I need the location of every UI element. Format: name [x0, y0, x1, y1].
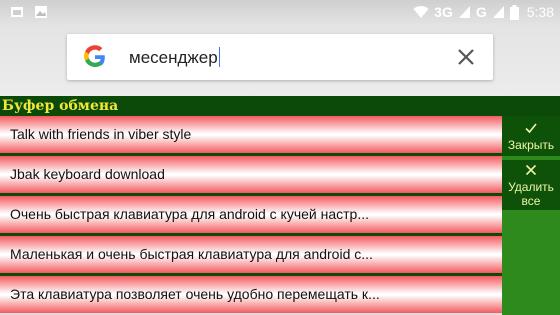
text-cursor [218, 47, 220, 67]
signal-icon-2 [492, 6, 504, 18]
status-bar: 3G G 5:38 [0, 0, 560, 24]
clipboard-item-text: Jbak keyboard download [10, 166, 165, 182]
clipboard-item[interactable]: Очень быстрая клавиатура для android с к… [0, 196, 502, 233]
google-g-logo-icon [84, 45, 105, 67]
delete-all-button[interactable]: Удалить все [502, 160, 560, 210]
clipboard-item[interactable]: Эта клавиатура позволяет очень удобно пе… [0, 276, 502, 313]
network-type-3g: 3G [434, 4, 453, 20]
clipboard-title: Буфер обмена [2, 98, 119, 114]
image-icon [35, 6, 47, 18]
clipboard-list: Talk with friends in viber style Jbak ke… [0, 116, 502, 315]
search-area: месенджер [0, 24, 560, 96]
clipboard-item-text: Talk with friends in viber style [10, 126, 192, 142]
check-icon [525, 123, 537, 134]
clipboard-actions: Закрыть Удалить все [502, 116, 560, 315]
clipboard-item[interactable]: Jbak keyboard download [0, 156, 502, 193]
clipboard-item[interactable]: Talk with friends in viber style [0, 116, 502, 153]
search-query: месенджер [129, 48, 218, 67]
close-button[interactable]: Закрыть [502, 116, 560, 156]
network-type-g: G [475, 4, 487, 20]
delete-all-label-line1: Удалить [508, 180, 554, 194]
search-box[interactable]: месенджер [67, 34, 493, 80]
close-icon [525, 164, 537, 176]
search-input[interactable]: месенджер [129, 47, 220, 69]
wifi-icon [413, 6, 429, 19]
clipboard-item[interactable]: Маленькая и очень быстрая клавиатура для… [0, 236, 502, 273]
clipboard-item-text: Очень быстрая клавиатура для android с к… [10, 206, 370, 222]
clipboard-item-text: Маленькая и очень быстрая клавиатура для… [10, 246, 373, 262]
notification-icon [11, 7, 23, 17]
clock: 5:38 [526, 4, 554, 20]
clipboard-item-text: Эта клавиатура позволяет очень удобно пе… [10, 286, 380, 302]
close-button-label: Закрыть [507, 138, 555, 152]
close-icon[interactable] [457, 48, 475, 66]
signal-icon-1 [458, 6, 470, 18]
battery-icon [509, 4, 519, 20]
clipboard-header: Буфер обмена [0, 96, 560, 116]
delete-all-label-line2: все [521, 194, 541, 208]
status-indicators: 3G G 5:38 [413, 3, 554, 21]
